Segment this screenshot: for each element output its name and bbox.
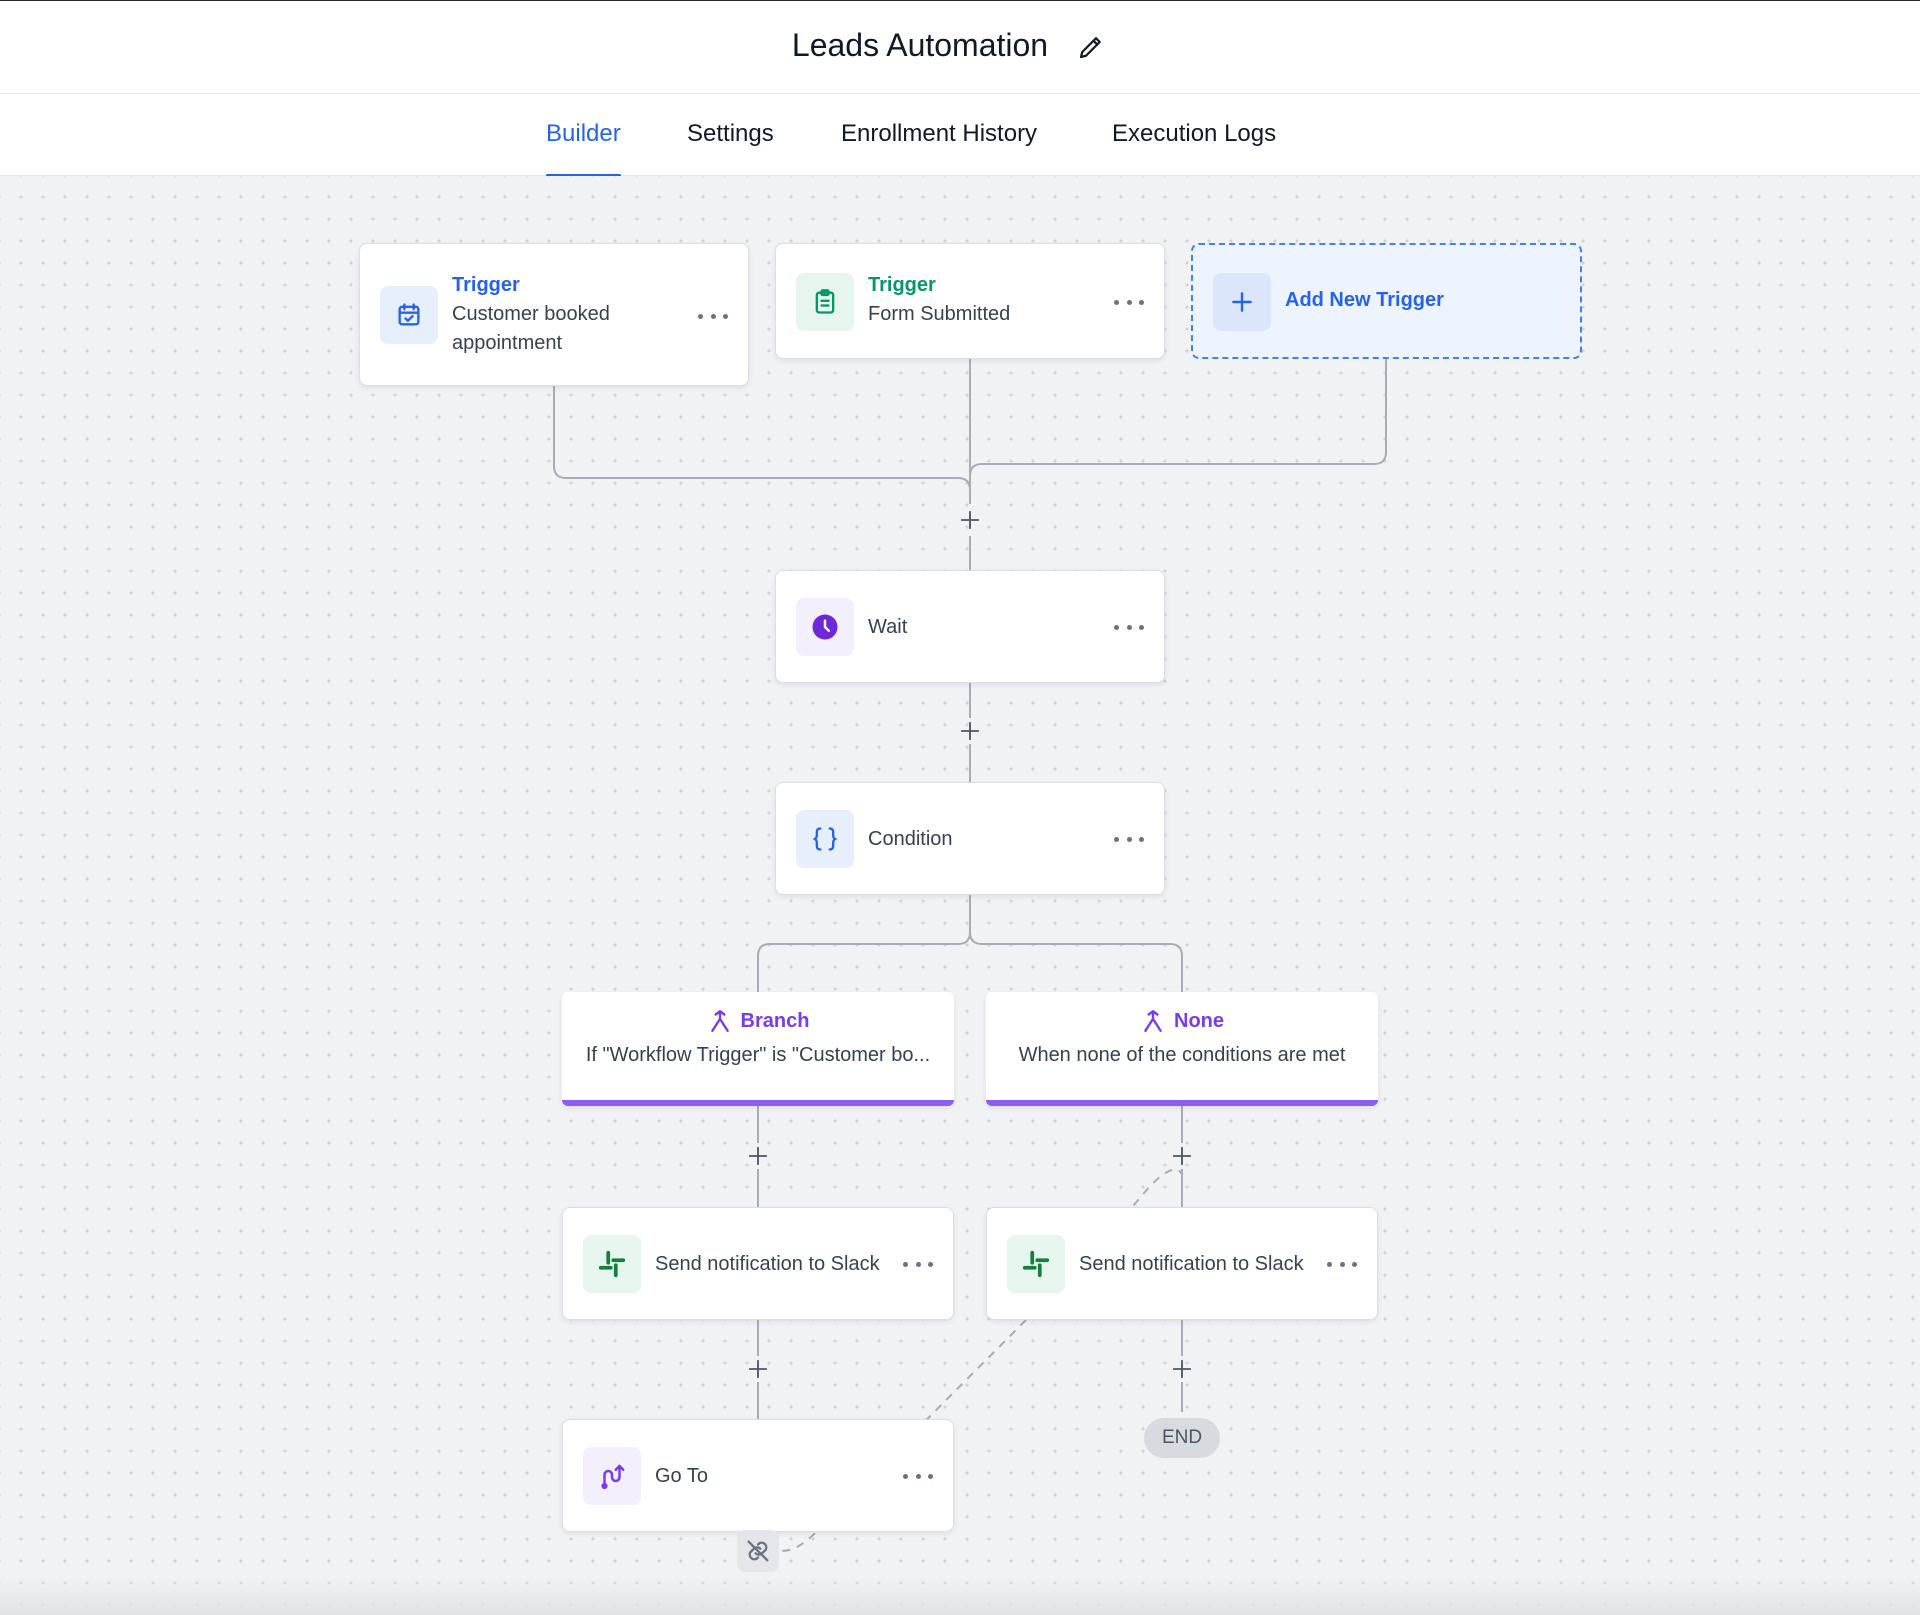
trigger-card-customer-booked[interactable]: Trigger Customer booked appointment (359, 243, 749, 386)
branch-description: If "Workflow Trigger" is "Customer bo... (585, 1044, 931, 1066)
trigger-label: Form Submitted (868, 303, 1011, 325)
workflow-canvas[interactable]: Trigger Customer booked appointment Trig… (0, 176, 1920, 1615)
none-branch-card[interactable]: None When none of the conditions are met (986, 992, 1378, 1106)
none-branch-header: None (986, 1008, 1378, 1034)
add-step-plus-icon[interactable] (956, 717, 984, 745)
none-branch-title: None (1174, 1009, 1224, 1032)
more-options-icon[interactable] (1114, 829, 1144, 849)
more-options-icon[interactable] (1327, 1254, 1357, 1274)
wait-step-card[interactable]: Wait (775, 570, 1165, 683)
more-options-icon[interactable] (698, 306, 728, 326)
goto-step-card[interactable]: Go To (562, 1419, 954, 1532)
add-step-plus-icon[interactable] (956, 506, 984, 534)
tab-settings[interactable]: Settings (687, 120, 774, 176)
add-step-plus-icon[interactable] (744, 1355, 772, 1383)
wait-label: Wait (868, 616, 908, 638)
more-options-icon[interactable] (903, 1254, 933, 1274)
slack-right-label: Send notification to Slack (1079, 1253, 1304, 1275)
braces-icon (796, 810, 854, 868)
end-badge: END (1144, 1418, 1220, 1458)
clipboard-icon (796, 273, 854, 331)
pencil-icon[interactable] (1076, 32, 1106, 62)
branch-header: Branch (562, 1008, 954, 1034)
trigger-kind-label: Trigger (868, 274, 936, 296)
tab-builder[interactable]: Builder (546, 120, 621, 177)
unlink-icon[interactable] (737, 1530, 779, 1572)
slack-icon (1007, 1235, 1065, 1293)
add-new-trigger-label: Add New Trigger (1285, 289, 1444, 311)
page-title: Leads Automation (791, 27, 1049, 63)
more-options-icon[interactable] (1114, 617, 1144, 637)
branch-title: Branch (740, 1009, 810, 1032)
trigger-kind-label: Trigger (452, 274, 520, 296)
slack-left-label: Send notification to Slack (655, 1253, 880, 1275)
add-step-plus-icon[interactable] (744, 1142, 772, 1170)
condition-label: Condition (868, 828, 953, 850)
branch-icon (710, 1010, 729, 1032)
tab-bar: Builder Settings Enrollment History Exec… (0, 94, 1920, 177)
goto-icon (583, 1447, 641, 1505)
calendar-check-icon (380, 286, 438, 344)
slack-notification-card-right[interactable]: Send notification to Slack (986, 1207, 1378, 1320)
trigger-label-line2: appointment (452, 332, 563, 354)
branch-card[interactable]: Branch If "Workflow Trigger" is "Custome… (562, 992, 954, 1106)
more-options-icon[interactable] (903, 1466, 933, 1486)
connector-lines (553, 359, 1387, 1552)
canvas-bottom-fade (0, 1575, 1920, 1615)
add-step-plus-icon[interactable] (1168, 1142, 1196, 1170)
tab-execution-logs[interactable]: Execution Logs (1112, 120, 1276, 176)
more-options-icon[interactable] (1114, 292, 1144, 312)
slack-notification-card-left[interactable]: Send notification to Slack (562, 1207, 954, 1320)
goto-label: Go To (655, 1465, 708, 1487)
branch-icon (1144, 1010, 1162, 1032)
top-bar: Leads Automation (0, 0, 1920, 94)
plus-icon (1213, 273, 1271, 331)
clock-icon (796, 598, 854, 656)
trigger-label-line1: Customer booked (452, 303, 610, 325)
add-new-trigger-button[interactable]: Add New Trigger (1191, 243, 1582, 359)
trigger-card-form-submitted[interactable]: Trigger Form Submitted (775, 243, 1165, 359)
condition-step-card[interactable]: Condition (775, 782, 1165, 895)
slack-icon (583, 1235, 641, 1293)
add-step-plus-icon[interactable] (1168, 1355, 1196, 1383)
none-branch-description: When none of the conditions are met (1018, 1044, 1346, 1066)
tab-enrollment-history[interactable]: Enrollment History (841, 120, 1037, 176)
